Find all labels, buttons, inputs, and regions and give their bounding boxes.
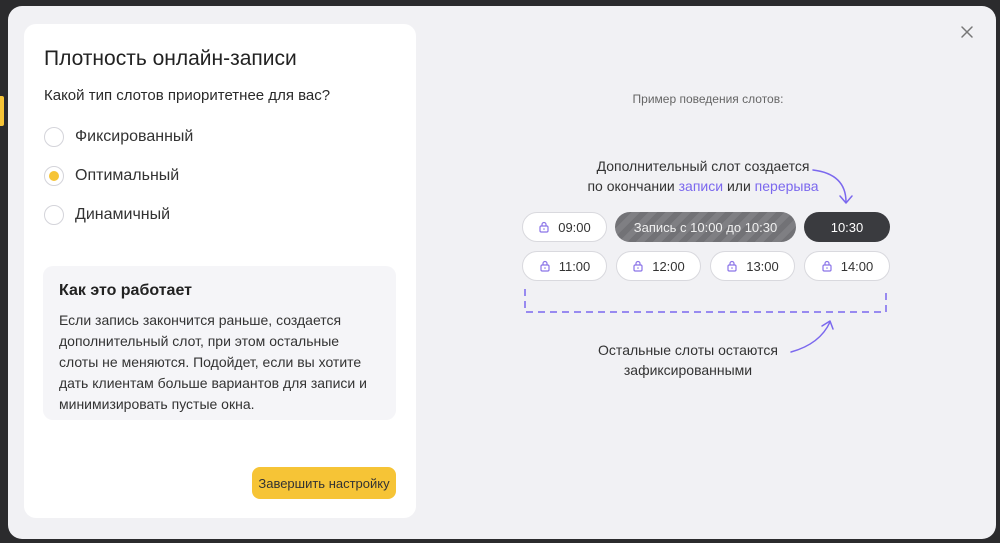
arrow-head-top-icon <box>839 195 853 204</box>
slot-1030-extra[interactable]: 10:30 <box>804 212 890 242</box>
slot-0900[interactable]: 09:00 <box>522 212 607 242</box>
option-fixed[interactable]: Фиксированный <box>44 125 193 149</box>
slot-1300[interactable]: 13:00 <box>710 251 795 281</box>
radio-fixed[interactable] <box>44 127 64 147</box>
lock-icon <box>540 260 550 272</box>
slot-type-question: Какой тип слотов приоритетнее для вас? <box>44 87 331 104</box>
annotation-text: по окончании <box>587 178 679 194</box>
radio-selected-dot <box>49 171 59 181</box>
slot-time: 13:00 <box>746 258 779 274</box>
slot-1200[interactable]: 12:00 <box>616 251 701 281</box>
option-dynamic[interactable]: Динамичный <box>44 203 170 227</box>
backdrop-accent-bar <box>0 96 4 126</box>
how-it-works-text: Если запись закончится раньше, создается… <box>59 312 367 412</box>
modal-title: Плотность онлайн-записи <box>44 47 297 70</box>
annotation-text: или <box>723 178 755 194</box>
option-optimal[interactable]: Оптимальный <box>44 164 179 188</box>
annotation-fixed-slots: Остальные слоты остаются зафиксированным… <box>568 340 808 380</box>
slot-1400[interactable]: 14:00 <box>804 251 890 281</box>
lock-icon <box>822 260 832 272</box>
how-it-works-title: Как это работает <box>59 282 192 299</box>
lock-icon <box>727 260 737 272</box>
option-optimal-label: Оптимальный <box>75 167 180 184</box>
how-it-works-box: Как это работает Если запись закончится … <box>43 266 396 420</box>
annotation-extra-slot: Дополнительный слот создается по окончан… <box>538 156 868 196</box>
finish-setup-button[interactable]: Завершить настройку <box>252 467 396 499</box>
annotation-fixed-line1: Остальные слоты остаются <box>598 342 778 358</box>
slot-time: 09:00 <box>558 219 591 235</box>
lock-icon <box>633 260 643 272</box>
slot-time: 11:00 <box>558 258 591 274</box>
radio-dynamic[interactable] <box>44 205 64 225</box>
arrow-head-bottom-icon <box>821 320 834 330</box>
option-dynamic-label: Динамичный <box>75 206 171 223</box>
annotation-extra-slot-line2: по окончании записи или перерыва <box>538 176 868 196</box>
dashed-bracket-icon <box>524 289 887 313</box>
option-fixed-label: Фиксированный <box>75 128 194 145</box>
slot-time: 10:30 <box>830 219 864 235</box>
close-icon[interactable] <box>959 24 975 40</box>
link-break: перерыва <box>754 178 819 194</box>
annotation-extra-slot-line1: Дополнительный слот создается <box>596 158 810 174</box>
radio-optimal[interactable] <box>44 166 64 186</box>
slot-booked-label: Запись с 10:00 до 10:30 <box>633 219 778 235</box>
lock-icon <box>539 221 549 233</box>
annotation-fixed-line2: зафиксированными <box>623 362 753 378</box>
slot-time: 12:00 <box>652 258 685 274</box>
link-appointment: записи <box>678 178 724 194</box>
slot-time: 14:00 <box>840 258 874 274</box>
slot-booked-appointment[interactable]: Запись с 10:00 до 10:30 <box>615 212 796 242</box>
settings-card: Плотность онлайн-записи Какой тип слотов… <box>24 24 416 518</box>
slot-density-modal: Плотность онлайн-записи Какой тип слотов… <box>8 6 996 539</box>
example-label: Пример поведения слотов: <box>632 92 784 106</box>
slot-1100[interactable]: 11:00 <box>522 251 607 281</box>
